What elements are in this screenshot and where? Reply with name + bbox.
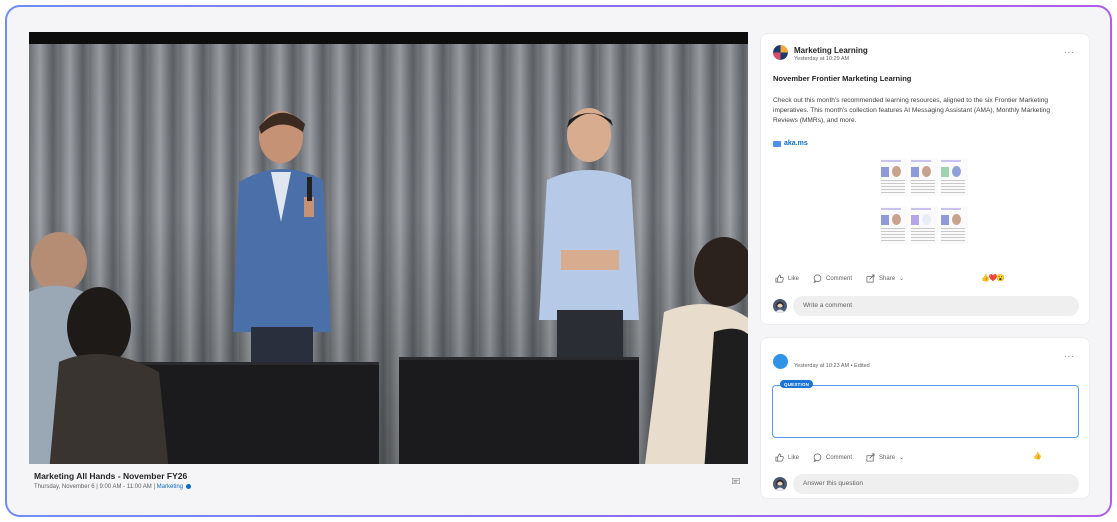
avatar (773, 299, 787, 313)
post-author[interactable]: Marketing Learning (794, 46, 868, 55)
verified-icon (185, 484, 191, 489)
more-options-icon[interactable]: ··· (1064, 352, 1075, 361)
stage-monitor-right (399, 357, 639, 464)
like-button[interactable]: Like (775, 453, 799, 462)
post-image-collage[interactable] (878, 156, 973, 248)
link-icon (773, 140, 781, 147)
collage-thumb (940, 158, 968, 196)
question-badge: QUESTION (780, 380, 814, 388)
video-schedule: Thursday, November 6 | 9:00 AM - 11:00 A… (34, 484, 744, 490)
like-icon (775, 453, 784, 462)
collage-thumb (880, 158, 908, 196)
post-timestamp: Yesterday at 10:23 AM • Edited (794, 363, 870, 369)
video-time: 9:00 AM - 11:00 AM (99, 484, 152, 490)
link-text[interactable]: aka.ms (784, 140, 808, 147)
like-icon (775, 274, 784, 283)
comment-input[interactable]: Write a comment (793, 296, 1079, 316)
share-button[interactable]: Share ⌄ (866, 274, 904, 283)
collage-thumb (910, 206, 938, 244)
reaction-summary[interactable]: 👍❤️😮 (981, 274, 1005, 282)
video-player[interactable] (29, 32, 748, 464)
audience-left (29, 232, 169, 464)
post-timestamp: Yesterday at 10:29 AM (794, 56, 850, 62)
collage-thumb (880, 206, 908, 244)
avatar (773, 477, 787, 491)
question-body (772, 385, 1079, 438)
collage-thumb (940, 206, 968, 244)
video-title: Marketing All Hands - November FY26 (34, 471, 188, 481)
post-actions: Like Comment Share ⌄ (775, 453, 904, 462)
video-tag-link[interactable]: Marketing (157, 484, 183, 490)
video-date: Thursday, November 6 (34, 484, 95, 490)
collage-thumb (910, 158, 938, 196)
community-logo-icon (773, 45, 788, 60)
answer-input[interactable]: Answer this question (793, 474, 1079, 494)
share-button[interactable]: Share ⌄ (866, 453, 904, 462)
audience-right (645, 237, 748, 464)
comment-button[interactable]: Comment (813, 453, 852, 462)
reaction-summary[interactable]: 👍 (1033, 452, 1042, 460)
post-link[interactable]: aka.ms (773, 140, 808, 147)
post-body: Check out this month's recommended learn… (773, 97, 1051, 124)
post-card-learning: Marketing Learning Yesterday at 10:29 AM… (761, 34, 1089, 324)
speaker-left (233, 111, 331, 402)
video-info: Marketing All Hands - November FY26 Thur… (34, 471, 744, 499)
post-actions: Like Comment Share ⌄ (775, 274, 904, 283)
post-title: November Frontier Marketing Learning (773, 74, 912, 83)
share-icon (866, 453, 875, 462)
comment-icon (813, 274, 822, 283)
like-button[interactable]: Like (775, 274, 799, 283)
captions-icon[interactable] (732, 478, 740, 484)
chevron-down-icon: ⌄ (899, 276, 905, 282)
comment-icon (813, 453, 822, 462)
avatar (773, 354, 788, 369)
more-options-icon[interactable]: ··· (1064, 48, 1075, 57)
share-icon (866, 274, 875, 283)
post-card-question: Yesterday at 10:23 AM • Edited ··· QUEST… (761, 338, 1089, 498)
comment-button[interactable]: Comment (813, 274, 852, 283)
chevron-down-icon: ⌄ (899, 455, 905, 461)
